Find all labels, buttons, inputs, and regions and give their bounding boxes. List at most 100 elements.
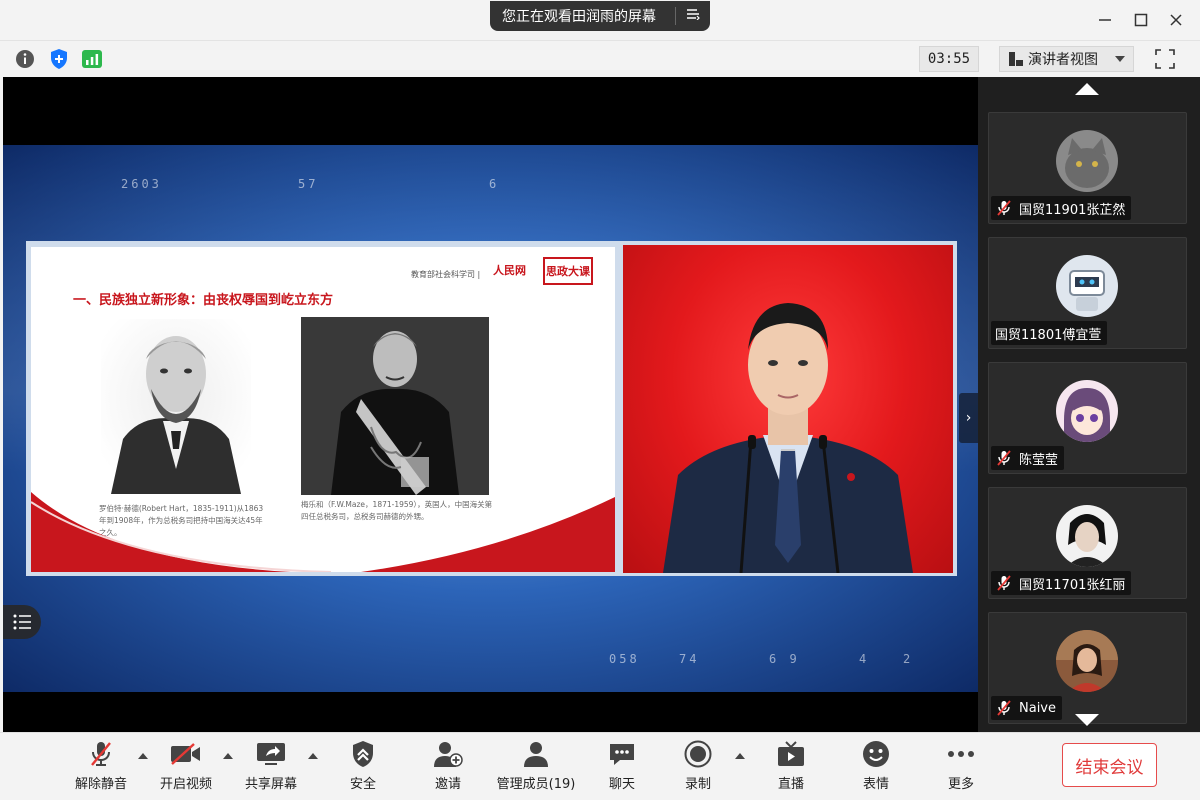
start-video-button[interactable]: 开启视频 [157, 739, 215, 797]
scroll-up-icon[interactable] [1075, 83, 1099, 95]
robot-avatar [1056, 255, 1118, 317]
list-toggle-icon[interactable] [3, 605, 41, 639]
unmute-button[interactable]: 解除静音 [72, 739, 130, 797]
participant-namebar: 陈莹莹 [991, 446, 1065, 470]
participant-tile[interactable]: 陈莹莹 [988, 362, 1187, 474]
more-label: 更多 [947, 777, 974, 792]
record-label: 录制 [684, 777, 711, 792]
fullscreen-icon[interactable] [1154, 48, 1176, 70]
share-screen-button[interactable]: 共享屏幕 [242, 739, 300, 797]
participant-name: 国贸11701张红丽 [1019, 577, 1126, 593]
caret-up-icon[interactable] [308, 753, 318, 759]
live-button[interactable]: 直播 [763, 739, 819, 797]
view-mode-select[interactable]: 演讲者视图 [999, 46, 1134, 72]
people-daily-logo: 人民网 [493, 264, 526, 277]
title-bar: 您正在观看田润雨的屏幕 [0, 0, 1200, 40]
participant-tile[interactable]: 国贸11801傅宜萱 [988, 237, 1187, 349]
mic-muted-icon [995, 199, 1013, 217]
shield-icon[interactable] [48, 48, 70, 70]
close-icon[interactable] [1166, 10, 1186, 30]
members-icon [520, 739, 552, 769]
slide-org: 教育部社会科学司 | [411, 270, 481, 279]
share-screen-icon [255, 739, 287, 769]
red-swoosh-decoration [31, 492, 615, 572]
participant-name: 陈莹莹 [1019, 452, 1059, 468]
scroll-down-icon[interactable] [1075, 714, 1099, 726]
list-menu-icon[interactable] [676, 8, 710, 24]
slide-title: 一、民族独立新形象：由丧权辱国到屹立东方 [73, 293, 334, 308]
reactions-label: 表情 [862, 777, 889, 792]
participant-namebar: 国贸11701张红丽 [991, 571, 1132, 595]
mic-muted-icon [995, 574, 1013, 592]
manage-members-button[interactable]: 管理成员(19) [495, 739, 577, 797]
anime-avatar [1056, 380, 1118, 442]
caret-up-icon[interactable] [735, 753, 745, 759]
participants-panel: 国贸11901张芷然 国贸11801傅宜萱 陈莹莹 国贸11701张红丽 Nai… [978, 77, 1200, 732]
mic-muted-icon [995, 449, 1013, 467]
emoji-icon [860, 739, 892, 769]
shield-icon [347, 739, 379, 769]
minimize-icon[interactable] [1095, 10, 1115, 30]
video-off-icon [170, 739, 202, 769]
photo-avatar [1056, 630, 1118, 692]
unmute-label: 解除静音 [74, 777, 127, 792]
caret-up-icon[interactable] [138, 753, 148, 759]
speaker-video [623, 245, 953, 573]
share-screen-label: 共享屏幕 [244, 777, 297, 792]
chat-label: 聊天 [608, 777, 635, 792]
portrait-avatar [1056, 505, 1118, 567]
participant-namebar: 国贸11801傅宜萱 [991, 321, 1108, 345]
bg-digits: 4 [859, 652, 870, 666]
meeting-toolbar: 解除静音 开启视频 共享屏幕 安全 邀请 管理成员(19) 聊天 录制 直播 表… [0, 732, 1200, 800]
info-bar: 03:55 演讲者视图 [0, 40, 1200, 76]
participant-namebar: 国贸11901张芷然 [991, 196, 1132, 220]
record-icon [682, 739, 714, 769]
speaker-view-icon [1008, 51, 1024, 67]
more-dots-icon [945, 739, 977, 769]
invite-label: 邀请 [434, 777, 461, 792]
view-mode-label: 演讲者视图 [1028, 52, 1098, 68]
chat-button[interactable]: 聊天 [594, 739, 650, 797]
participant-name: 国贸11801傅宜萱 [995, 327, 1102, 343]
lecture-slide: 教育部社会科学司 | 人民网 思政大课 一、民族独立新形象：由丧权辱国到屹立东方 [31, 247, 615, 572]
meeting-window: { "title_bar": { "share_status": "您正在观看田… [0, 0, 1200, 800]
record-button[interactable]: 录制 [670, 739, 726, 797]
share-status-text: 您正在观看田润雨的屏幕 [502, 9, 656, 25]
add-user-icon [432, 739, 464, 769]
share-status-pill: 您正在观看田润雨的屏幕 [490, 1, 710, 31]
signal-icon[interactable] [81, 48, 103, 70]
bg-digits: 6 [489, 177, 500, 191]
security-button[interactable]: 安全 [335, 739, 391, 797]
bg-digits: 74 [679, 652, 700, 666]
security-label: 安全 [349, 777, 376, 792]
chat-icon [606, 739, 638, 769]
shared-screen: 2603 57 6 058 74 6 9 4 2 教育部社会科学司 | 人民网 … [3, 77, 978, 732]
info-icon[interactable] [14, 48, 36, 70]
bg-digits: 6 9 [769, 652, 800, 666]
reactions-button[interactable]: 表情 [848, 739, 904, 797]
mic-muted-icon [995, 699, 1013, 717]
participant-name: Naive [1019, 700, 1056, 716]
more-button[interactable]: 更多 [933, 739, 989, 797]
caret-up-icon[interactable] [223, 753, 233, 759]
participant-tile[interactable]: Naive [988, 612, 1187, 724]
chevron-down-icon [1115, 56, 1125, 62]
fw-maze-portrait [301, 317, 489, 495]
manage-members-label: 管理成员(19) [496, 777, 576, 792]
invite-button[interactable]: 邀请 [420, 739, 476, 797]
participant-tile[interactable]: 国贸11901张芷然 [988, 112, 1187, 224]
bg-digits: 57 [298, 177, 319, 191]
chevron-right-icon[interactable]: › [959, 393, 978, 443]
live-label: 直播 [777, 777, 804, 792]
end-meeting-button[interactable]: 结束会议 [1062, 743, 1157, 787]
cat-avatar [1056, 130, 1118, 192]
course-badge: 思政大课 [543, 257, 593, 285]
bg-digits: 2 [903, 652, 914, 666]
bg-digits: 058 [609, 652, 640, 666]
maximize-icon[interactable] [1131, 10, 1151, 30]
start-video-label: 开启视频 [159, 777, 212, 792]
participant-namebar: Naive [991, 696, 1062, 720]
participant-name: 国贸11901张芷然 [1019, 202, 1126, 218]
participant-tile[interactable]: 国贸11701张红丽 [988, 487, 1187, 599]
bg-digits: 2603 [121, 177, 162, 191]
